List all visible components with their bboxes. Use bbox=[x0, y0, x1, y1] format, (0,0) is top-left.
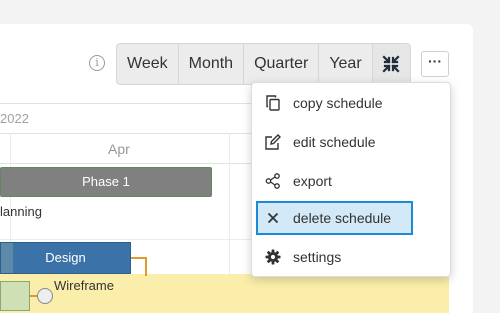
milestone-marker[interactable] bbox=[37, 288, 53, 304]
menu-item-label: delete schedule bbox=[293, 210, 392, 226]
edit-icon bbox=[264, 133, 282, 151]
design-bar-handle[interactable] bbox=[1, 243, 13, 273]
menu-item-delete-schedule[interactable]: delete schedule bbox=[256, 201, 413, 235]
wireframe-bar[interactable] bbox=[0, 281, 30, 311]
collapse-icon bbox=[382, 55, 400, 73]
menu-item-export[interactable]: export bbox=[256, 164, 414, 198]
close-icon bbox=[264, 209, 282, 227]
month-label: Apr bbox=[108, 141, 130, 157]
design-bar[interactable]: Design bbox=[0, 242, 131, 274]
info-icon[interactable]: i bbox=[89, 55, 105, 71]
year-label: 2022 bbox=[0, 111, 29, 126]
menu-item-edit-schedule[interactable]: edit schedule bbox=[256, 125, 414, 159]
view-year-button[interactable]: Year bbox=[319, 44, 373, 84]
view-switcher: Week Month Quarter Year bbox=[116, 43, 411, 85]
menu-item-label: edit schedule bbox=[293, 134, 376, 150]
menu-item-label: copy schedule bbox=[293, 95, 383, 111]
gear-icon bbox=[264, 248, 282, 266]
dependency-connector bbox=[131, 257, 147, 276]
menu-item-settings[interactable]: settings bbox=[256, 240, 414, 274]
schedule-options-menu: copy schedule edit schedule export delet… bbox=[251, 82, 451, 277]
copy-icon bbox=[264, 94, 282, 112]
menu-item-label: settings bbox=[293, 249, 342, 265]
wireframe-label: Wireframe bbox=[54, 278, 114, 293]
planning-label: lanning bbox=[0, 204, 42, 219]
dependency-connector bbox=[30, 295, 37, 297]
design-label: Design bbox=[45, 250, 86, 265]
menu-item-label: export bbox=[293, 173, 332, 189]
share-icon bbox=[264, 172, 282, 190]
view-week-button[interactable]: Week bbox=[117, 44, 179, 84]
view-quarter-button[interactable]: Quarter bbox=[244, 44, 320, 84]
phase-bar[interactable]: Phase 1 bbox=[0, 167, 212, 197]
view-month-button[interactable]: Month bbox=[179, 44, 245, 84]
menu-item-copy-schedule[interactable]: copy schedule bbox=[256, 86, 414, 120]
collapse-button[interactable] bbox=[372, 44, 410, 84]
more-options-button[interactable]: ··· bbox=[421, 51, 449, 77]
